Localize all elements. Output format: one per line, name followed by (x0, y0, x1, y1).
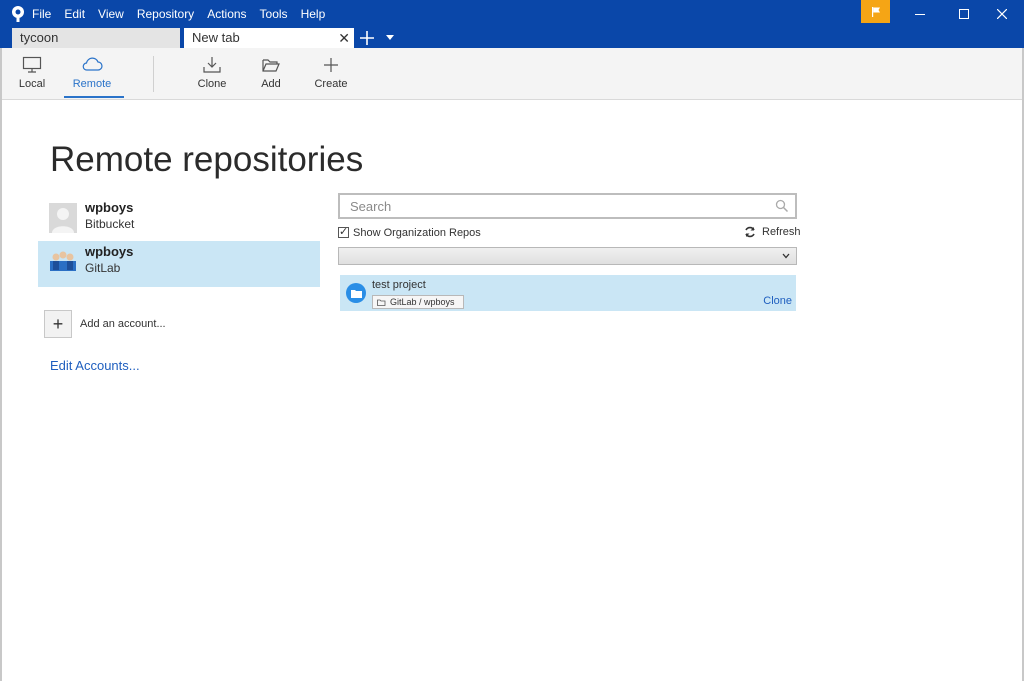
account-host: Bitbucket (85, 217, 135, 231)
add-label: Add (261, 78, 281, 90)
tab-tycoon[interactable]: tycoon (12, 28, 180, 48)
tab-label: tycoon (20, 30, 59, 45)
edit-accounts-link[interactable]: Edit Accounts... (50, 358, 140, 373)
checkmark-icon: ✓ (339, 226, 349, 238)
repo-list-item[interactable]: test project GitLab / wpboys Clone (340, 275, 796, 311)
repo-filter-dropdown[interactable] (338, 247, 797, 265)
add-account-label[interactable]: Add an account... (80, 318, 166, 330)
default-avatar-icon (49, 203, 77, 233)
local-label: Local (18, 78, 46, 90)
flag-button[interactable] (861, 0, 890, 23)
plus-icon (324, 58, 338, 72)
monitor-icon (22, 56, 42, 73)
folder-open-icon (377, 299, 386, 306)
search-input[interactable] (340, 195, 760, 217)
search-icon[interactable] (775, 199, 789, 213)
minimize-button[interactable] (898, 0, 942, 28)
avatar (49, 247, 77, 277)
clone-label: Clone (197, 78, 227, 90)
flag-icon (871, 6, 880, 17)
menu-view[interactable]: View (98, 7, 124, 21)
folder-open-icon (262, 59, 280, 72)
repo-path-badge: GitLab / wpboys (372, 295, 464, 309)
remote-label: Remote (72, 78, 112, 90)
account-name: wpboys (85, 200, 134, 215)
add-account-button[interactable]: + (44, 310, 72, 338)
tab-list-chevron-icon[interactable] (386, 35, 394, 40)
repo-name: test project (372, 279, 426, 291)
tab-strip: tycoon New tab ✕ (0, 28, 1024, 48)
show-org-repos-label[interactable]: Show Organization Repos (353, 227, 481, 239)
download-icon (203, 57, 221, 73)
refresh-label: Refresh (762, 226, 801, 238)
menu-repository[interactable]: Repository (137, 7, 194, 21)
create-button[interactable]: Create (301, 56, 361, 90)
team-avatar-icon (50, 251, 76, 271)
new-tab-plus-icon[interactable] (358, 29, 376, 47)
tab-label: New tab (192, 30, 240, 45)
menu-tools[interactable]: Tools (260, 7, 288, 21)
close-icon (997, 9, 1007, 19)
toolbar-separator (153, 56, 154, 92)
tab-close-icon[interactable]: ✕ (338, 28, 350, 48)
refresh-icon (745, 226, 755, 238)
close-window-button[interactable] (980, 0, 1024, 28)
folder-icon (350, 289, 362, 298)
remote-button[interactable]: Remote (62, 56, 122, 90)
add-button[interactable]: Add (241, 56, 301, 90)
menu-bar: File Edit View Repository Actions Tools … (32, 0, 338, 28)
clone-button[interactable]: Clone (182, 56, 242, 90)
account-gitlab[interactable]: wpboys GitLab (38, 241, 320, 287)
tab-new-tab[interactable]: New tab ✕ (184, 28, 354, 48)
show-org-repos-checkbox[interactable]: ✓ (338, 226, 349, 238)
title-bar: File Edit View Repository Actions Tools … (0, 0, 1024, 28)
create-label: Create (314, 78, 348, 90)
account-host: GitLab (85, 261, 121, 275)
search-box (338, 193, 797, 219)
account-name: wpboys (85, 244, 134, 259)
window-frame-left (0, 48, 2, 681)
cloud-icon (82, 57, 103, 71)
menu-help[interactable]: Help (301, 7, 326, 21)
active-tool-indicator (64, 96, 124, 98)
repo-folder-badge (346, 283, 366, 303)
refresh-button[interactable]: Refresh (744, 226, 801, 238)
page-title: Remote repositories (50, 140, 364, 179)
minimize-icon (915, 14, 925, 15)
menu-actions[interactable]: Actions (207, 7, 246, 21)
chevron-down-icon (782, 253, 790, 259)
repo-path-label: GitLab / wpboys (390, 297, 455, 307)
app-logo-icon[interactable] (10, 5, 26, 23)
repo-clone-link[interactable]: Clone (763, 295, 792, 307)
local-button[interactable]: Local (2, 56, 62, 90)
avatar (49, 203, 77, 233)
account-bitbucket[interactable]: wpboys Bitbucket (38, 197, 320, 243)
menu-file[interactable]: File (32, 7, 51, 21)
menu-edit[interactable]: Edit (64, 7, 85, 21)
maximize-icon (959, 9, 969, 19)
toolbar: Local Remote Clone Add Create (2, 48, 1022, 100)
